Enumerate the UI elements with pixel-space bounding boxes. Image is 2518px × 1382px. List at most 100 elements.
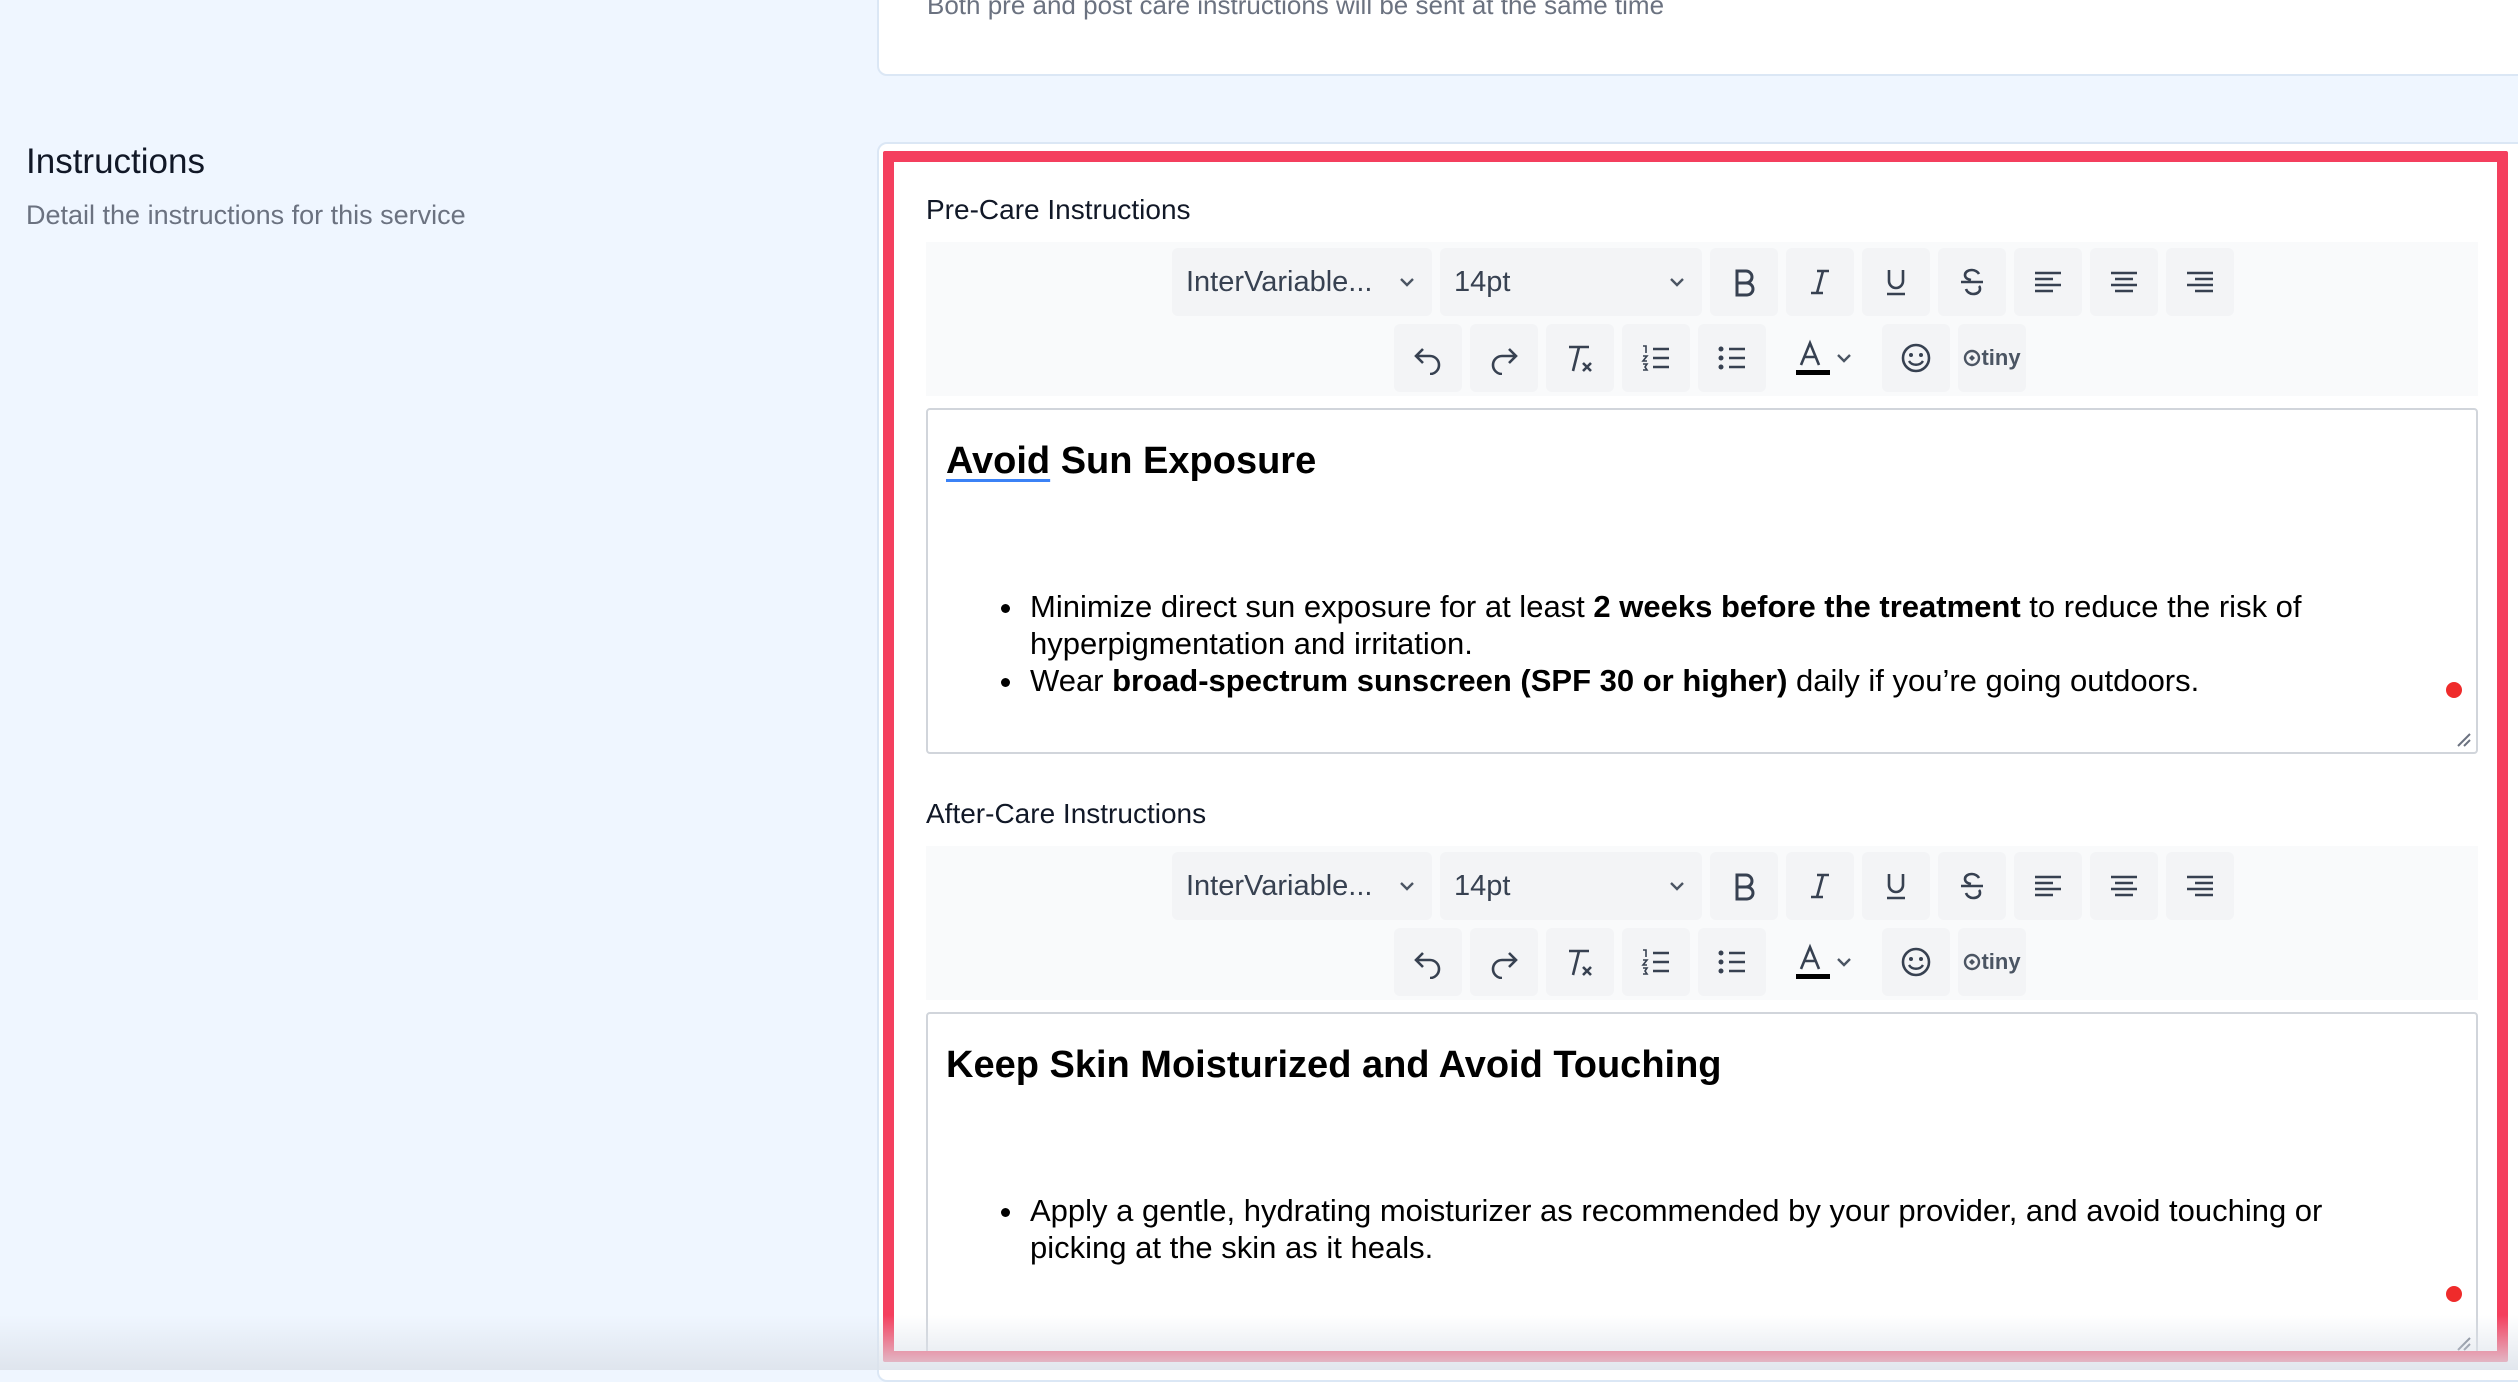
italic-icon — [1811, 269, 1829, 295]
bold-icon — [1735, 873, 1755, 901]
bold-icon — [1735, 269, 1755, 297]
align-center-button[interactable] — [2090, 852, 2158, 920]
align-right-button[interactable] — [2166, 852, 2234, 920]
list-item-bold-text: broad-spectrum sunscreen (SPF 30 or high… — [1112, 663, 1788, 698]
font-size-select[interactable]: 14pt — [1440, 248, 1702, 316]
tiny-logo[interactable]: tiny — [1958, 928, 2026, 996]
pre-care-content-area[interactable]: Avoid Sun Exposure Minimize direct sun e… — [926, 408, 2478, 754]
underline-icon — [1887, 874, 1905, 900]
undo-button[interactable] — [1394, 324, 1462, 392]
tiny-logo[interactable]: tiny — [1958, 324, 2026, 392]
resize-handle-icon[interactable] — [2454, 1334, 2472, 1352]
redo-icon — [1491, 348, 1518, 375]
italic-button[interactable] — [1786, 852, 1854, 920]
chevron-down-icon — [1837, 354, 1851, 363]
pre-care-heading-word: Avoid — [946, 440, 1051, 482]
list-item: Apply a gentle, hydrating moisturizer as… — [1026, 1192, 2426, 1266]
align-left-button[interactable] — [2014, 248, 2082, 316]
align-right-icon — [2187, 271, 2213, 293]
clear-formatting-button[interactable] — [1546, 928, 1614, 996]
chevron-down-icon — [1400, 882, 1414, 891]
bullet-list-icon — [1718, 346, 1745, 370]
resize-handle-icon[interactable] — [2454, 730, 2472, 748]
section-title: Instructions — [26, 142, 205, 181]
pre-care-toolbar: InterVariable... 14pt tiny — [926, 242, 2478, 396]
undo-button[interactable] — [1394, 928, 1462, 996]
after-care-content-area[interactable]: Keep Skin Moisturized and Avoid Touching… — [926, 1012, 2478, 1358]
redo-button[interactable] — [1470, 324, 1538, 392]
bold-button[interactable] — [1710, 852, 1778, 920]
bullet-list-button[interactable] — [1698, 928, 1766, 996]
section-description: Detail the instructions for this service — [26, 200, 466, 230]
align-center-icon — [2111, 875, 2137, 897]
italic-button[interactable] — [1786, 248, 1854, 316]
undo-icon — [1414, 952, 1441, 979]
status-dot — [2446, 1286, 2462, 1302]
strikethrough-button[interactable] — [1938, 852, 2006, 920]
italic-icon — [1811, 873, 1829, 899]
font-family-value: InterVariable... — [1186, 869, 1373, 902]
chevron-down-icon — [1670, 882, 1684, 891]
text-color-button[interactable] — [1774, 324, 1874, 392]
chevron-down-icon — [1400, 278, 1414, 287]
after-care-label: After-Care Instructions — [926, 798, 1207, 829]
font-size-select[interactable]: 14pt — [1440, 852, 1702, 920]
status-dot — [2446, 682, 2462, 698]
pre-care-heading-rest: Sun Exposure — [1050, 440, 1317, 482]
list-item-bold-text: 2 weeks before the treatment — [1593, 589, 2021, 624]
emoji-icon — [1901, 343, 1931, 373]
text-color-icon — [1796, 339, 1830, 375]
chevron-down-icon — [1670, 278, 1684, 287]
tiny-logo-label: tiny — [1981, 345, 2021, 370]
font-family-select[interactable]: InterVariable... — [1172, 248, 1432, 316]
care-timing-note: Both pre and post care instructions will… — [927, 0, 1665, 20]
clear-formatting-icon — [1569, 949, 1592, 976]
tiny-logo-icon: tiny — [1963, 949, 2021, 975]
align-right-button[interactable] — [2166, 248, 2234, 316]
strikethrough-icon — [1961, 872, 1983, 900]
pre-care-editor: Pre-Care Instructions InterVariable... 1… — [926, 194, 2478, 754]
after-care-list: Apply a gentle, hydrating moisturizer as… — [1000, 1192, 2426, 1266]
align-right-icon — [2187, 875, 2213, 897]
bullet-list-icon — [1718, 950, 1745, 974]
align-left-icon — [2035, 271, 2061, 293]
care-timing-card: Both pre and post care instructions will… — [877, 0, 2518, 76]
align-left-icon — [2035, 875, 2061, 897]
pre-care-heading: Avoid Sun Exposure — [946, 440, 1316, 483]
numbered-list-icon — [1641, 949, 1669, 975]
strikethrough-icon — [1961, 268, 1983, 296]
redo-icon — [1491, 952, 1518, 979]
bold-button[interactable] — [1710, 248, 1778, 316]
text-color-icon — [1796, 943, 1830, 979]
font-family-value: InterVariable... — [1186, 265, 1373, 298]
emoji-icon — [1901, 947, 1931, 977]
bullet-list-button[interactable] — [1698, 324, 1766, 392]
after-care-heading: Keep Skin Moisturized and Avoid Touching — [946, 1044, 1722, 1086]
list-item-text: Wear — [1030, 663, 1113, 698]
list-item-text: Minimize direct sun exposure for at leas… — [1030, 589, 1594, 624]
align-center-button[interactable] — [2090, 248, 2158, 316]
tiny-logo-icon: tiny — [1963, 345, 2021, 371]
pre-care-label: Pre-Care Instructions — [926, 194, 1191, 225]
underline-button[interactable] — [1862, 248, 1930, 316]
font-size-value: 14pt — [1454, 869, 1511, 902]
numbered-list-button[interactable] — [1622, 928, 1690, 996]
list-item: Minimize direct sun exposure for at leas… — [1026, 588, 2426, 662]
text-color-button[interactable] — [1774, 928, 1874, 996]
list-item-text: daily if you’re going outdoors. — [1787, 663, 2200, 698]
emoji-button[interactable] — [1882, 324, 1950, 392]
numbered-list-button[interactable] — [1622, 324, 1690, 392]
list-item-text: Apply a gentle, hydrating moisturizer as… — [1030, 1193, 2323, 1265]
undo-icon — [1414, 348, 1441, 375]
redo-button[interactable] — [1470, 928, 1538, 996]
numbered-list-icon — [1641, 345, 1669, 371]
clear-formatting-button[interactable] — [1546, 324, 1614, 392]
strikethrough-button[interactable] — [1938, 248, 2006, 316]
align-center-icon — [2111, 271, 2137, 293]
pre-care-list: Minimize direct sun exposure for at leas… — [1000, 588, 2426, 699]
emoji-button[interactable] — [1882, 928, 1950, 996]
after-care-editor: After-Care Instructions InterVariable...… — [926, 798, 2478, 1358]
underline-button[interactable] — [1862, 852, 1930, 920]
align-left-button[interactable] — [2014, 852, 2082, 920]
font-family-select[interactable]: InterVariable... — [1172, 852, 1432, 920]
